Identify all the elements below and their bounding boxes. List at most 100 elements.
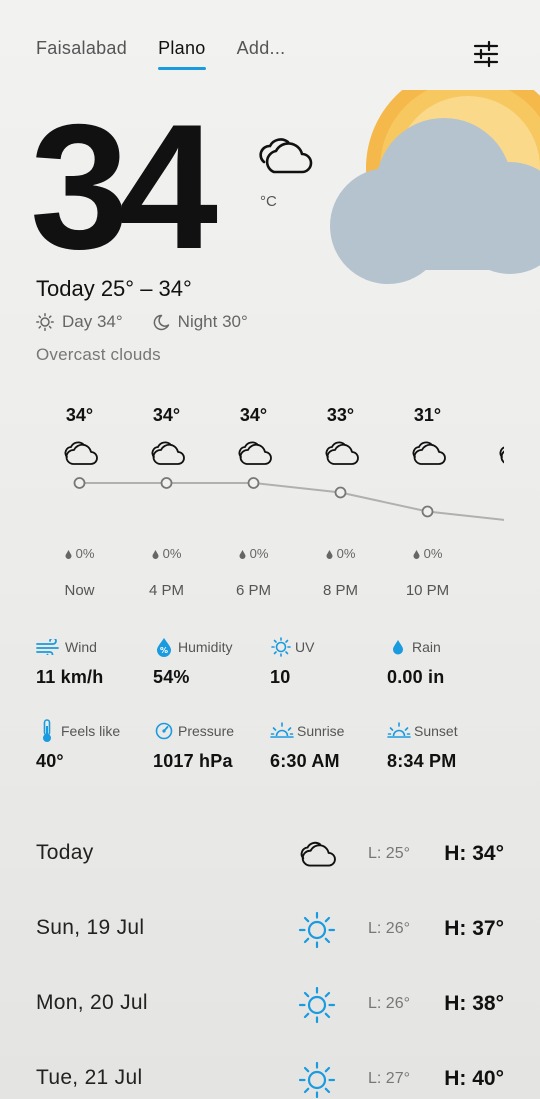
metric-label: UV bbox=[295, 639, 315, 655]
raindrop-icon bbox=[152, 550, 159, 559]
hourly-temp: 34° bbox=[65, 405, 94, 425]
hourly-item: 34° 0% Now bbox=[36, 400, 123, 599]
hourly-precip bbox=[471, 546, 504, 561]
hourly-time: Now bbox=[64, 582, 95, 599]
cloud-icon bbox=[300, 841, 336, 867]
metric-value: 0.00 in bbox=[387, 667, 445, 687]
daily-row[interactable]: Today L: 25° H: 34° bbox=[36, 818, 504, 892]
metric-uv: UV 10 bbox=[270, 636, 387, 688]
metric-value: 10 bbox=[270, 667, 291, 687]
hourly-temp-point bbox=[421, 505, 434, 518]
hourly-precip-value: 0% bbox=[162, 546, 182, 561]
hourly-time: 10 PM bbox=[405, 582, 450, 599]
sun-cloud-illustration bbox=[330, 90, 540, 284]
raindrop-icon bbox=[239, 550, 246, 559]
hourly-precip-value: 0% bbox=[423, 546, 443, 561]
location-tabs: Faisalabad Plano Add... bbox=[36, 38, 286, 70]
svg-text:%: % bbox=[160, 646, 168, 655]
pressure-icon bbox=[155, 722, 173, 740]
today-range: Today 25° – 34° bbox=[36, 276, 192, 301]
hourly-item: 31° 0% 10 PM bbox=[384, 400, 471, 599]
metric-value: 54% bbox=[153, 667, 190, 687]
tab-plano[interactable]: Plano bbox=[158, 38, 206, 70]
cloud-icon bbox=[151, 441, 185, 465]
metric-label: Pressure bbox=[178, 723, 235, 739]
hourly-precip-value: 0% bbox=[336, 546, 356, 561]
raindrop-icon bbox=[65, 550, 72, 559]
hourly-temp: 34° bbox=[239, 405, 268, 425]
hourly-time: 4 PM bbox=[148, 582, 184, 599]
current-temperature: 34 bbox=[30, 87, 218, 286]
metric-humidity: % Humidity 54% bbox=[153, 636, 270, 688]
daily-day: Mon, 20 Jul bbox=[36, 991, 148, 1014]
hourly-precip: 0% bbox=[123, 546, 210, 561]
hourly-item: 34° 0% 6 PM bbox=[210, 400, 297, 599]
hourly-item: 33° 0% 8 PM bbox=[297, 400, 384, 599]
hourly-precip-value: 0% bbox=[249, 546, 269, 561]
sunrise-icon bbox=[270, 722, 294, 738]
day-night-temps: Day 34° Night 30° bbox=[36, 312, 248, 332]
hourly-precip: 0% bbox=[36, 546, 123, 561]
cloud-icon bbox=[325, 441, 359, 465]
sun-icon bbox=[298, 911, 336, 949]
thermometer-icon bbox=[43, 719, 51, 742]
metric-label: Rain bbox=[412, 639, 441, 655]
daily-high: H: 34° bbox=[444, 842, 504, 865]
cloud-icon bbox=[64, 441, 98, 465]
metric-value: 40° bbox=[36, 751, 64, 771]
humidity-icon: % bbox=[157, 638, 171, 657]
cloud-icon bbox=[499, 446, 504, 464]
metric-wind: Wind 11 km/h bbox=[36, 636, 153, 688]
uv-icon bbox=[271, 637, 291, 657]
moon-icon bbox=[153, 314, 169, 330]
metric-label: Wind bbox=[65, 639, 97, 655]
hourly-temp: 31° bbox=[413, 405, 442, 425]
raindrop-icon bbox=[326, 550, 333, 559]
hourly-temp-point bbox=[160, 477, 173, 489]
daily-low: L: 26° bbox=[368, 995, 410, 1012]
metric-value: 6:30 AM bbox=[270, 751, 340, 771]
metric-value: 1017 hPa bbox=[153, 751, 233, 771]
daily-row[interactable]: Tue, 21 Jul L: 27° H: 40° bbox=[36, 1043, 504, 1099]
metric-sunset: Sunset 8:34 PM bbox=[387, 720, 504, 772]
weather-description: Overcast clouds bbox=[36, 345, 161, 364]
hourly-precip: 0% bbox=[384, 546, 471, 561]
daily-day: Tue, 21 Jul bbox=[36, 1066, 143, 1089]
wind-icon bbox=[36, 639, 59, 655]
hourly-temp-point bbox=[247, 477, 260, 489]
daily-high: H: 38° bbox=[444, 992, 504, 1015]
daily-low: L: 25° bbox=[368, 845, 410, 862]
tab-faisalabad[interactable]: Faisalabad bbox=[36, 38, 127, 59]
daily-row[interactable]: Mon, 20 Jul L: 26° H: 38° bbox=[36, 968, 504, 1042]
daily-low: L: 27° bbox=[368, 1070, 410, 1087]
cloud-icon bbox=[412, 441, 446, 465]
tab-add-location[interactable]: Add... bbox=[237, 38, 286, 59]
hourly-temp: 33° bbox=[326, 405, 355, 425]
metric-label: Humidity bbox=[178, 639, 233, 655]
settings-sliders-icon[interactable] bbox=[472, 40, 500, 68]
daily-row[interactable]: Sun, 19 Jul L: 26° H: 37° bbox=[36, 893, 504, 967]
metric-rain: Rain 0.00 in bbox=[387, 636, 504, 688]
hourly-time: 6 PM bbox=[235, 582, 271, 599]
temperature-unit: °C bbox=[260, 193, 277, 210]
daily-high: H: 40° bbox=[444, 1067, 504, 1090]
sunset-icon bbox=[387, 722, 411, 738]
hourly-temp: 3 bbox=[471, 400, 504, 430]
daily-day: Today bbox=[36, 841, 94, 864]
raindrop-icon bbox=[393, 640, 403, 655]
hourly-temp: 34° bbox=[152, 405, 181, 425]
daily-low: L: 26° bbox=[368, 920, 410, 937]
hourly-temp-point bbox=[334, 486, 347, 499]
hourly-item: 312 bbox=[471, 400, 504, 468]
hourly-precip: 0% bbox=[210, 546, 297, 561]
raindrop-icon bbox=[413, 550, 420, 559]
hourly-forecast[interactable]: 34° 0% Now 34° 0% 4 PM 34° 0% 6 PM 33° 0% 8 PM 31° 0%… bbox=[36, 400, 504, 610]
daily-high: H: 37° bbox=[444, 917, 504, 940]
cloud-icon bbox=[238, 441, 272, 465]
cloud-icon bbox=[259, 138, 313, 174]
night-temp: Night 30° bbox=[177, 312, 248, 331]
hourly-precip-value: 0% bbox=[75, 546, 95, 561]
metric-feels-like: Feels like 40° bbox=[36, 719, 153, 772]
hourly-time: 8 PM bbox=[322, 582, 358, 599]
metric-label: Feels like bbox=[61, 723, 121, 739]
